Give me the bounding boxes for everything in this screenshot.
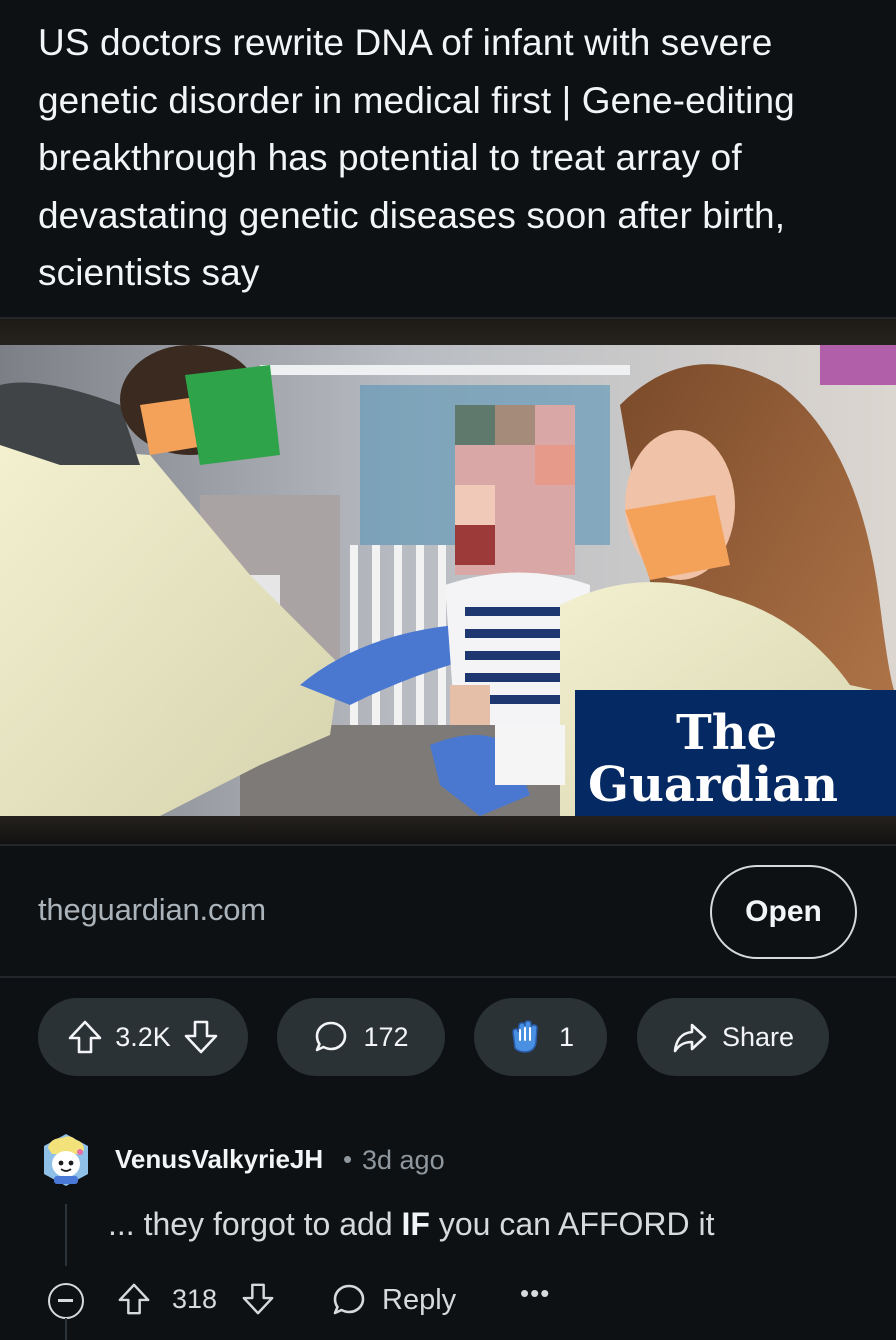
avatar[interactable] [40, 1132, 92, 1188]
divider [0, 976, 896, 978]
arrow-up-outline-icon [68, 1020, 102, 1054]
share-icon-wrap [672, 1019, 708, 1055]
comment: VenusValkyrieJH • 3d ago ... they forgot… [0, 1118, 896, 1340]
comment-downvote-icon[interactable] [241, 1282, 275, 1316]
speech-bubble-icon [316, 1021, 347, 1052]
reply-button[interactable]: Reply [382, 1284, 456, 1317]
clapping-hands-icon [512, 1020, 538, 1053]
share-arrow-icon [673, 1023, 707, 1053]
thread-line-continued [65, 1318, 67, 1340]
downvote-button[interactable] [183, 1019, 219, 1055]
comment-upvote-icon[interactable] [117, 1282, 151, 1316]
comment-text-bold: IF [401, 1206, 430, 1242]
comment-action-bar: 318 Reply ••• [0, 1268, 896, 1330]
guardian-logo-the: The [676, 705, 777, 761]
comment-count: 172 [363, 1021, 409, 1052]
collapse-thread-button[interactable] [48, 1283, 84, 1319]
upvote-button[interactable] [67, 1019, 103, 1055]
more-options-button[interactable]: ••• [520, 1278, 550, 1309]
comment-score: 318 [172, 1284, 218, 1314]
post-media[interactable]: The Guardian [0, 319, 896, 845]
post-photo: The Guardian [0, 345, 896, 816]
comment-text-end: you can AFFORD it [429, 1206, 715, 1242]
comment-author[interactable]: VenusValkyrieJH [115, 1144, 323, 1175]
post-action-bar: 3.2K 172 1 Share [0, 998, 896, 1076]
arrow-down-outline-icon [184, 1020, 218, 1054]
award-icon-wrap [507, 1018, 545, 1056]
media-letterbox-bottom [0, 816, 896, 845]
link-domain[interactable]: theguardian.com [38, 892, 266, 928]
vote-pill: 3.2K [38, 998, 248, 1076]
guardian-logo-guardian: Guardian [588, 757, 838, 813]
award-button[interactable]: 1 [474, 998, 607, 1076]
post-title[interactable]: US doctors rewrite DNA of infant with se… [38, 14, 868, 302]
comment-icon-wrap [313, 1019, 349, 1055]
open-link-button[interactable]: Open [710, 865, 857, 959]
meta-separator: • [343, 1144, 353, 1174]
reply-icon[interactable] [331, 1282, 367, 1318]
thread-line[interactable] [65, 1204, 67, 1266]
comment-timestamp: 3d ago [362, 1145, 445, 1175]
post-score: 3.2K [115, 1021, 171, 1052]
award-count: 1 [558, 1021, 575, 1052]
share-button[interactable]: Share [637, 998, 829, 1076]
comment-text-start: ... they forgot to add [108, 1206, 402, 1242]
link-preview[interactable]: theguardian.com Open [0, 846, 896, 976]
comment-body: ... they forgot to add IF you can AFFORD… [108, 1206, 714, 1243]
media-letterbox-top [0, 319, 896, 345]
share-label: Share [721, 1021, 795, 1052]
comments-button[interactable]: 172 [277, 998, 445, 1076]
